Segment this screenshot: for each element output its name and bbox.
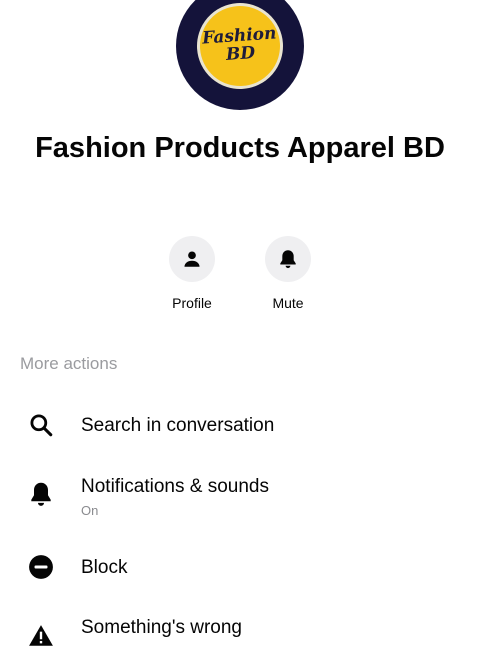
mute-button[interactable]: Mute (243, 236, 333, 311)
menu-item-block-label: Block (81, 557, 128, 578)
warning-icon (27, 622, 55, 650)
profile-button-circle[interactable] (169, 236, 215, 282)
menu-item-notifications-label: Notifications & sounds (81, 476, 269, 497)
block-icon (27, 553, 55, 581)
menu-item-block[interactable]: Block (0, 540, 480, 596)
menu-item-something-wrong-label: Something's wrong (81, 617, 242, 638)
menu-item-notifications[interactable]: Notifications & sounds On (0, 468, 480, 524)
profile-label: Profile (172, 295, 212, 311)
search-icon (27, 411, 55, 439)
menu-item-something-wrong[interactable]: Something's wrong (0, 600, 480, 656)
bell-icon (27, 480, 55, 508)
mute-label: Mute (272, 295, 304, 311)
page-title: Fashion Products Apparel BD (35, 132, 445, 164)
profile-button[interactable]: Profile (147, 236, 237, 311)
avatar-logo: Fashion BD (194, 0, 286, 92)
menu-item-search[interactable]: Search in conversation (0, 398, 480, 454)
more-actions-heading: More actions (20, 354, 118, 373)
avatar[interactable]: Fashion BD (176, 0, 304, 110)
bell-icon (280, 250, 296, 269)
menu-item-search-label: Search in conversation (81, 415, 275, 436)
avatar-logo-line2: BD (225, 42, 256, 65)
mute-button-circle[interactable] (265, 236, 311, 282)
person-icon (184, 251, 200, 267)
notifications-status: On (81, 503, 99, 518)
quick-actions: Profile Mute (0, 236, 480, 316)
